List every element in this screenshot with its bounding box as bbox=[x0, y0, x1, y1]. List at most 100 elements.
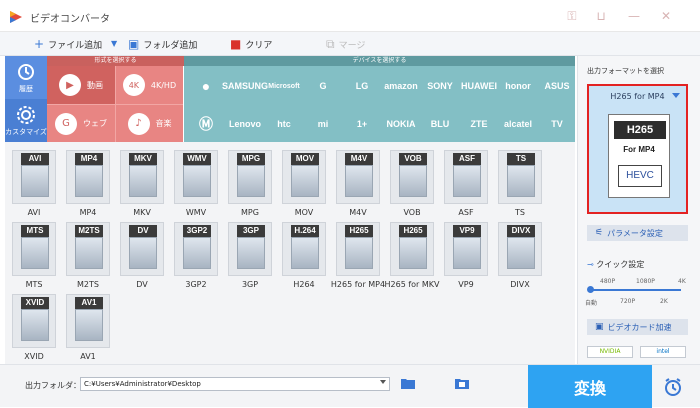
app-title: ビデオコンバータ bbox=[30, 14, 110, 25]
preview-folder-icon[interactable] bbox=[455, 378, 469, 389]
minimize-icon[interactable]: — bbox=[626, 8, 642, 24]
format-tile-cap: VP9 bbox=[453, 225, 481, 237]
format-tile[interactable]: MOV bbox=[282, 150, 326, 204]
format-tile-cap: AV1 bbox=[75, 297, 103, 309]
format-tile-cap: XVID bbox=[21, 297, 49, 309]
open-folder-icon[interactable] bbox=[401, 378, 415, 389]
convert-button[interactable]: 変換 bbox=[528, 365, 652, 408]
merge-button[interactable]: ⧉ マージ bbox=[326, 36, 365, 52]
output-format-selector[interactable]: H265 for MP4 H265 For MP4 HEVC bbox=[587, 84, 688, 214]
video-file-icon bbox=[345, 237, 373, 269]
format-tile[interactable]: 3GP2 bbox=[174, 222, 218, 276]
dropdown-arrow-icon bbox=[672, 93, 680, 98]
output-folder-field[interactable]: C:¥Users¥Administrator¥Desktop bbox=[80, 377, 390, 391]
quality-slider-handle[interactable] bbox=[587, 286, 594, 293]
format-tile[interactable]: MPG bbox=[228, 150, 272, 204]
device-1-9[interactable]: honor bbox=[498, 68, 538, 104]
format-tile[interactable]: M4V bbox=[336, 150, 380, 204]
device-1-8[interactable]: HUAWEI bbox=[459, 68, 499, 104]
format-tile-cap: H265 bbox=[399, 225, 427, 237]
format-tile-label: MPG bbox=[241, 208, 259, 217]
device-2-1[interactable]: Ⓜ bbox=[186, 106, 226, 142]
clear-button[interactable]: ■ クリア bbox=[230, 36, 272, 52]
device-1-3[interactable]: Microsoft bbox=[264, 68, 304, 104]
format-tile[interactable]: M2TS bbox=[66, 222, 110, 276]
format-tile-cap: M2TS bbox=[75, 225, 103, 237]
device-logo-label: Lenovo bbox=[228, 119, 261, 129]
format-tile[interactable]: H265 bbox=[336, 222, 380, 276]
category-music[interactable]: ♪ 音楽 bbox=[115, 104, 183, 142]
add-file-dropdown[interactable]: ▼ bbox=[111, 36, 121, 52]
device-1-2[interactable]: SAMSUNG bbox=[222, 68, 268, 104]
device-1-6[interactable]: amazon bbox=[381, 68, 421, 104]
format-tile-label: H264 bbox=[293, 280, 315, 289]
format-tile[interactable]: VOB bbox=[390, 150, 434, 204]
device-logo-label: G bbox=[319, 81, 327, 91]
device-2-9[interactable]: alcatel bbox=[498, 106, 538, 142]
output-folder-dropdown-icon[interactable] bbox=[380, 380, 386, 384]
device-2-8[interactable]: ZTE bbox=[459, 106, 499, 142]
format-tile-cap: M4V bbox=[345, 153, 373, 165]
key-icon[interactable]: ⚿ bbox=[564, 8, 580, 24]
close-icon[interactable]: ✕ bbox=[658, 8, 674, 24]
format-tile[interactable]: MP4 bbox=[66, 150, 110, 204]
device-2-7[interactable]: BLU bbox=[420, 106, 460, 142]
tab-customize[interactable]: カスタマイズ bbox=[5, 99, 47, 142]
device-logo-label: ASUS bbox=[544, 81, 570, 91]
quick-setting-icon: ⊸ bbox=[587, 260, 597, 269]
format-tile[interactable]: AVI bbox=[12, 150, 56, 204]
cart-icon[interactable]: ⊔ bbox=[593, 8, 609, 24]
device-1-4[interactable]: G bbox=[303, 68, 343, 104]
format-tile[interactable]: XVID bbox=[12, 294, 56, 348]
device-2-4[interactable]: mi bbox=[303, 106, 343, 142]
format-tile[interactable]: 3GP bbox=[228, 222, 272, 276]
category-video[interactable]: ▶ 動画 bbox=[47, 66, 115, 104]
gpu-icon: ▣ bbox=[595, 322, 604, 332]
format-card-badge: HEVC bbox=[618, 165, 662, 187]
format-tile[interactable]: WMV bbox=[174, 150, 218, 204]
parameter-settings-button[interactable]: ⚟ パラメータ設定 bbox=[587, 225, 688, 241]
add-file-label: ファイル追加 bbox=[48, 40, 103, 51]
gpu-acceleration-label: ビデオカード加速 bbox=[607, 322, 672, 332]
quality-slider-track[interactable] bbox=[591, 289, 681, 291]
alarm-clock-icon[interactable] bbox=[663, 377, 683, 397]
tab-history[interactable]: 履歴 bbox=[5, 56, 47, 99]
video-file-icon bbox=[345, 165, 373, 197]
device-1-10[interactable]: ASUS bbox=[537, 68, 577, 104]
device-2-10[interactable]: TV bbox=[537, 106, 577, 142]
format-tile-cap: ASF bbox=[453, 153, 481, 165]
format-tile[interactable]: MKV bbox=[120, 150, 164, 204]
video-file-icon bbox=[399, 237, 427, 269]
format-tile[interactable]: H265 bbox=[390, 222, 434, 276]
format-tile[interactable]: H.264 bbox=[282, 222, 326, 276]
category-web[interactable]: G ウェブ bbox=[47, 104, 115, 142]
format-tile[interactable]: DIVX bbox=[498, 222, 542, 276]
format-tile-cap: MTS bbox=[21, 225, 49, 237]
output-folder-label: 出力フォルダ： bbox=[25, 381, 81, 390]
device-1-5[interactable]: LG bbox=[342, 68, 382, 104]
format-tile[interactable]: TS bbox=[498, 150, 542, 204]
format-tile-cap: TS bbox=[507, 153, 535, 165]
add-folder-button[interactable]: ▣ フォルダ追加 bbox=[128, 36, 197, 52]
format-tile-cap: DIVX bbox=[507, 225, 535, 237]
format-tile-label: 3GP2 bbox=[185, 280, 207, 289]
format-tile[interactable]: AV1 bbox=[66, 294, 110, 348]
device-section-header: デバイスを選択する bbox=[184, 56, 575, 66]
category-4k-hd[interactable]: 4K 4K/HD bbox=[115, 66, 183, 104]
device-1-1[interactable]: ● bbox=[186, 68, 226, 104]
format-tile[interactable]: VP9 bbox=[444, 222, 488, 276]
format-tile[interactable]: MTS bbox=[12, 222, 56, 276]
format-tile[interactable]: ASF bbox=[444, 150, 488, 204]
device-1-7[interactable]: SONY bbox=[420, 68, 460, 104]
format-tile[interactable]: DV bbox=[120, 222, 164, 276]
quick-setting-text: クイック設定 bbox=[596, 260, 645, 269]
device-2-2[interactable]: Lenovo bbox=[225, 106, 265, 142]
gpu-acceleration-button[interactable]: ▣ ビデオカード加速 bbox=[587, 319, 688, 335]
tick-720p: 720P bbox=[620, 298, 636, 305]
device-2-6[interactable]: NOKIA bbox=[381, 106, 421, 142]
device-2-5[interactable]: 1+ bbox=[342, 106, 382, 142]
format-tile-cap: H265 bbox=[345, 225, 373, 237]
add-file-button[interactable]: + ファイル追加 bbox=[34, 36, 102, 52]
format-tile-cap: 3GP2 bbox=[183, 225, 211, 237]
device-2-3[interactable]: htc bbox=[264, 106, 304, 142]
